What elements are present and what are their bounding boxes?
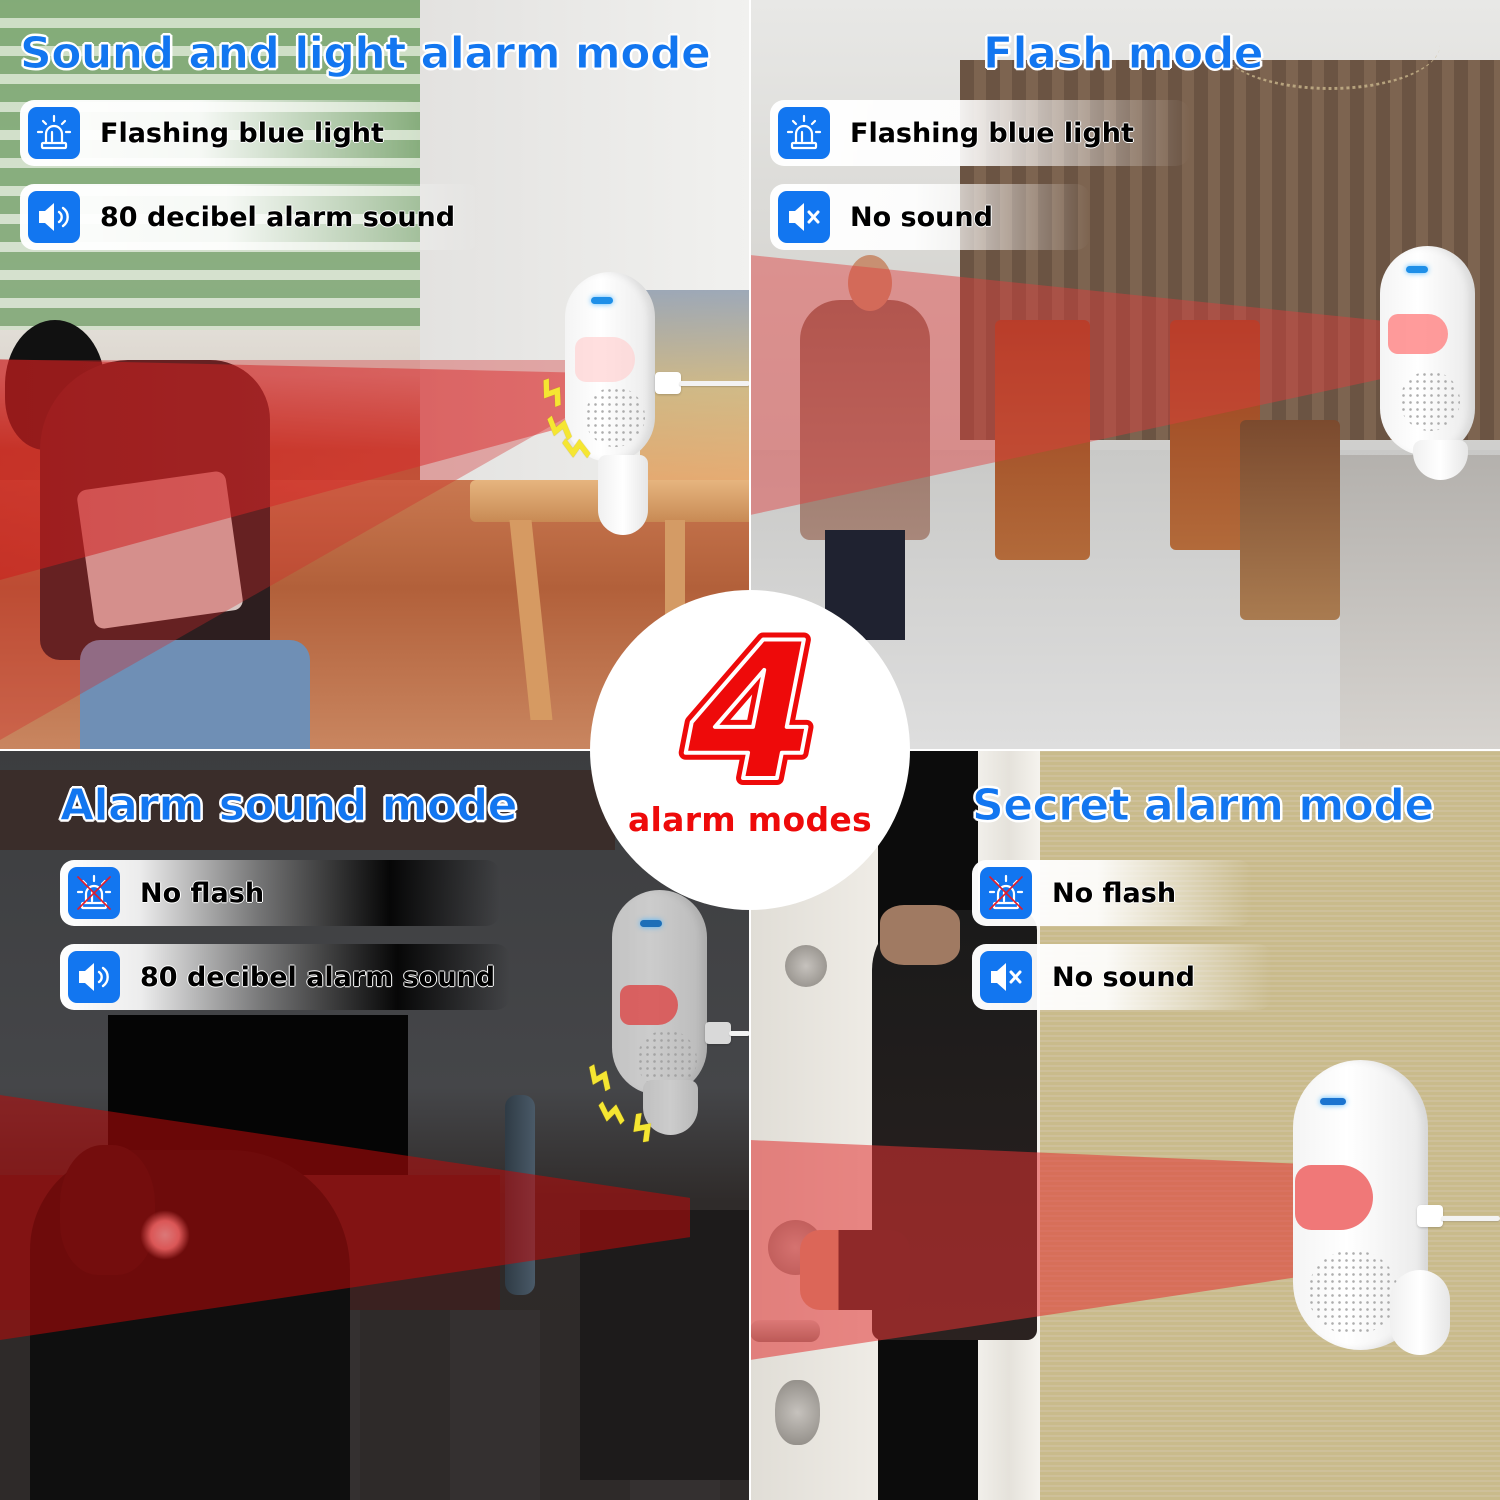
- feature-label: Flashing blue light: [850, 117, 1134, 149]
- dining-chair: [1240, 420, 1340, 620]
- feature-card: No flash: [972, 860, 1252, 926]
- speaker-icon: [68, 951, 120, 1003]
- feature-label: Flashing blue light: [100, 117, 384, 149]
- pir-lens: [575, 337, 635, 382]
- feature-card: No sound: [770, 184, 1090, 250]
- kitchen-counter: [1340, 455, 1500, 750]
- blue-led-indicator: [1320, 1098, 1346, 1105]
- pir-lens: [1388, 314, 1448, 354]
- mode-title: Secret alarm mode: [972, 780, 1435, 832]
- usb-cable: [1417, 1205, 1500, 1231]
- feature-card: Flashing blue light: [770, 100, 1190, 166]
- motion-sensor-device: [1380, 246, 1475, 456]
- blue-led-indicator: [591, 297, 613, 304]
- usb-cable: [655, 372, 750, 394]
- mode-title: Sound and light alarm mode: [19, 28, 711, 80]
- feature-card: Flashing blue light: [20, 100, 420, 166]
- speaker-muted-icon: [778, 191, 830, 243]
- feature-label: No sound: [850, 201, 993, 233]
- siren-icon: [28, 107, 80, 159]
- blue-led-indicator: [1406, 266, 1428, 273]
- feature-label: 80 decibel alarm sound: [140, 961, 496, 993]
- table: [580, 1210, 750, 1480]
- mode-title: Flash mode: [982, 28, 1264, 80]
- door-lock: [785, 945, 827, 987]
- speaker-grill: [585, 387, 645, 447]
- siren-off-icon: [68, 867, 120, 919]
- badge-caption: alarm modes: [627, 800, 872, 839]
- number-four-graphic: 4 4: [678, 628, 825, 798]
- speaker-muted-icon: [980, 951, 1032, 1003]
- device-stand: [1413, 440, 1468, 480]
- blue-led-indicator: [640, 920, 662, 927]
- mode-title: Alarm sound mode: [60, 780, 519, 832]
- device-stand: [598, 455, 648, 535]
- siren-icon: [778, 107, 830, 159]
- pir-lens: [620, 985, 678, 1025]
- speaker-grill: [1400, 371, 1460, 431]
- feature-label: No flash: [1052, 877, 1177, 909]
- badge-number: 4: [685, 628, 818, 798]
- feature-label: 80 decibel alarm sound: [100, 201, 456, 233]
- motion-sensor-device: [612, 890, 707, 1095]
- feature-card: No sound: [972, 944, 1272, 1010]
- burglar-face: [880, 905, 960, 965]
- feature-label: No sound: [1052, 961, 1195, 993]
- usb-cable: [705, 1022, 750, 1044]
- feature-card: 80 decibel alarm sound: [60, 944, 510, 1010]
- feature-label: No flash: [140, 877, 265, 909]
- door-lock: [775, 1380, 820, 1445]
- speaker-grill: [1308, 1250, 1398, 1335]
- feature-card: 80 decibel alarm sound: [20, 184, 480, 250]
- pir-lens: [1295, 1165, 1373, 1230]
- alarm-modes-badge: 4 4 alarm modes: [590, 590, 910, 910]
- feature-card: No flash: [60, 860, 500, 926]
- siren-off-icon: [980, 867, 1032, 919]
- wall-mount-bracket: [1390, 1270, 1450, 1355]
- speaker-icon: [28, 191, 80, 243]
